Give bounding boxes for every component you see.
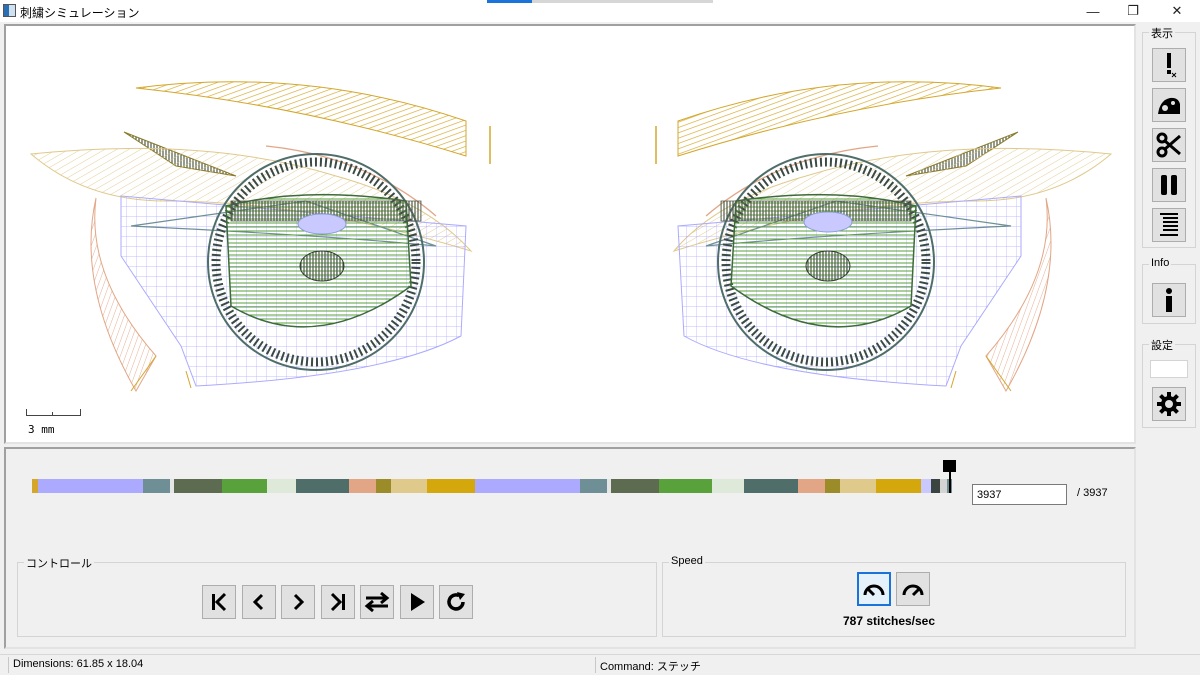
stitch-list-button[interactable] (1152, 208, 1186, 242)
title-bar: 刺繍シミュレーション — ❐ ✕ (0, 0, 1200, 22)
info-group-title: Info (1149, 257, 1172, 269)
warning-icon (1167, 53, 1177, 78)
speed-slow-button[interactable] (857, 572, 891, 606)
speed-fast-button[interactable] (896, 572, 930, 606)
close-icon: ✕ (1171, 3, 1183, 18)
thread-color-segment[interactable] (876, 479, 922, 493)
warning-toggle-button[interactable] (1152, 48, 1186, 82)
thread-color-segment[interactable] (580, 479, 608, 493)
settings-group: 設定 (1142, 337, 1196, 428)
reload-icon (447, 592, 465, 611)
thread-color-segment[interactable] (797, 479, 825, 493)
thread-color-segment[interactable] (611, 479, 659, 493)
speed-group-title: Speed (669, 555, 705, 567)
maximize-button[interactable]: ❐ (1112, 0, 1154, 22)
skip-to-end-icon (330, 592, 345, 612)
control-group: コントロール (17, 555, 657, 637)
app-icon (3, 4, 16, 17)
status-dimensions: Dimensions: 61.85 x 18.04 (13, 658, 144, 670)
left-eye (29, 81, 491, 393)
play-button[interactable] (400, 585, 434, 619)
settings-button[interactable] (1152, 387, 1186, 421)
thread-color-segment[interactable] (658, 479, 712, 493)
speed-fast-icon (902, 584, 924, 597)
step-forward-button[interactable] (281, 585, 315, 619)
info-button[interactable] (1152, 283, 1186, 317)
side-panel: 表示 Info 設定 (1140, 24, 1200, 654)
settings-field[interactable] (1150, 360, 1188, 378)
skip-to-start-button[interactable] (202, 585, 236, 619)
speed-value: 787 stitches/sec (842, 614, 936, 628)
swap-icon (364, 592, 390, 612)
step-back-button[interactable] (242, 585, 276, 619)
scale-bar: 3 mm (26, 409, 86, 439)
thread-color-segment[interactable] (375, 479, 391, 493)
trim-toggle-button[interactable] (1152, 128, 1186, 162)
timeline-panel: / 3937 コントロール (4, 447, 1136, 649)
thread-color-segment[interactable] (921, 479, 931, 493)
embroidery-canvas[interactable]: 3 mm (4, 24, 1136, 444)
speed-group: Speed 787 stitches/sec (662, 555, 1126, 637)
thread-color-segment[interactable] (427, 479, 476, 493)
control-group-title: コントロール (24, 555, 94, 571)
scissors-icon (1156, 132, 1181, 158)
status-bar: Dimensions: 61.85 x 18.04 Command: ステッチ (0, 654, 1200, 675)
machine-view-button[interactable] (1152, 88, 1186, 122)
thread-color-segment[interactable] (390, 479, 428, 493)
sewing-machine-icon (1158, 97, 1180, 114)
close-button[interactable]: ✕ (1156, 0, 1198, 22)
thread-color-segment[interactable] (221, 479, 268, 493)
stitch-number-input[interactable] (972, 484, 1067, 505)
step-back-icon (252, 593, 264, 611)
stitch-slider-thumb[interactable] (943, 460, 956, 472)
thread-color-segment[interactable] (839, 479, 877, 493)
thread-color-segment[interactable] (143, 479, 170, 493)
thread-color-segment[interactable] (37, 479, 144, 493)
settings-group-title: 設定 (1149, 337, 1175, 353)
right-eye (655, 81, 1113, 393)
stitch-slider-stem (949, 471, 951, 493)
thread-color-segment[interactable] (930, 479, 941, 493)
embroidery-preview (29, 81, 1113, 393)
skip-to-start-icon (212, 592, 227, 612)
title-tab-indicator (487, 0, 532, 3)
swap-button[interactable] (360, 585, 394, 619)
play-icon (411, 593, 425, 611)
info-icon (1166, 288, 1172, 312)
window-title: 刺繍シミュレーション (20, 6, 140, 20)
display-group-title: 表示 (1149, 25, 1175, 41)
thread-color-segment[interactable] (940, 479, 948, 493)
pause-icon (1161, 175, 1177, 195)
thread-color-segment[interactable] (173, 479, 222, 493)
pause-toggle-button[interactable] (1152, 168, 1186, 202)
step-forward-icon (293, 593, 305, 611)
scale-label: 3 mm (28, 423, 55, 436)
stitch-list-icon (1160, 213, 1178, 236)
thread-color-segment[interactable] (296, 479, 349, 493)
thread-color-segment[interactable] (475, 479, 581, 493)
display-group: 表示 (1142, 25, 1196, 248)
thread-color-bar[interactable] (32, 479, 952, 493)
minimize-icon: — (1086, 3, 1100, 19)
maximize-icon: ❐ (1127, 3, 1139, 18)
thread-color-segment[interactable] (711, 479, 745, 493)
reload-button[interactable] (439, 585, 473, 619)
gear-icon (1157, 392, 1181, 416)
stitch-total: / 3937 (1077, 487, 1108, 499)
status-command: Command: ステッチ (600, 661, 701, 673)
skip-to-end-button[interactable] (321, 585, 355, 619)
info-group: Info (1142, 257, 1196, 324)
thread-color-segment[interactable] (824, 479, 840, 493)
minimize-button[interactable]: — (1072, 0, 1114, 22)
thread-color-segment[interactable] (267, 479, 297, 493)
speed-slow-icon (863, 584, 885, 597)
thread-color-segment[interactable] (744, 479, 798, 493)
thread-color-segment[interactable] (348, 479, 376, 493)
